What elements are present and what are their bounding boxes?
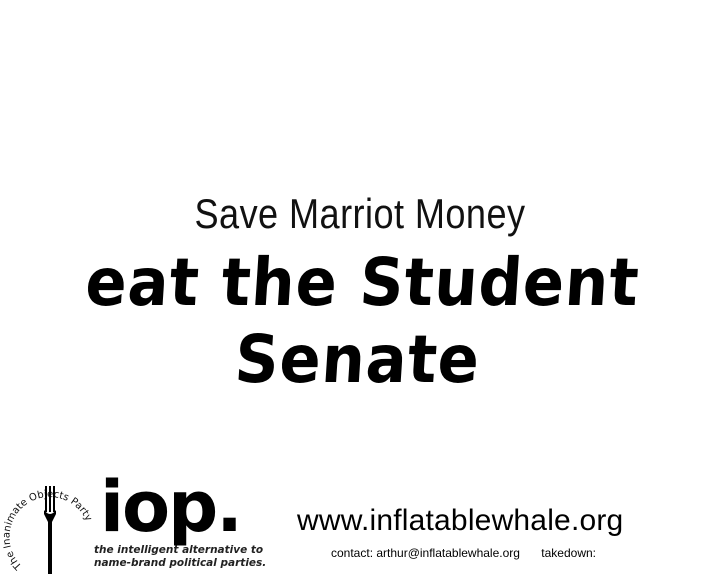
svg-text:The Inanimate Objects Party: The Inanimate Objects Party — [1, 489, 93, 572]
logo-tagline-line1: the intelligent alternative to — [94, 544, 264, 556]
fork-icon — [44, 486, 56, 574]
poster-headline: eat the Student Senate — [83, 244, 642, 398]
logo-tagline: the intelligent alternative to name-bran… — [94, 544, 274, 570]
iop-logo: The Inanimate Objects Party iop. the int… — [0, 472, 270, 576]
contact-email[interactable]: contact: arthur@inflatablewhale.org — [331, 546, 520, 560]
poster-subtitle: Save Marriot Money — [194, 190, 526, 237]
contact-line: contact: arthur@inflatablewhale.org take… — [331, 546, 614, 560]
logo-ring-text: The Inanimate Objects Party — [1, 489, 93, 572]
site-url[interactable]: www.inflatablewhale.org — [297, 504, 623, 538]
logo-wordmark: iop. — [100, 466, 243, 548]
takedown-label: takedown: — [541, 546, 596, 560]
logo-ring: The Inanimate Objects Party — [1, 486, 94, 574]
logo-tagline-line2: name-brand political parties. — [94, 557, 267, 569]
